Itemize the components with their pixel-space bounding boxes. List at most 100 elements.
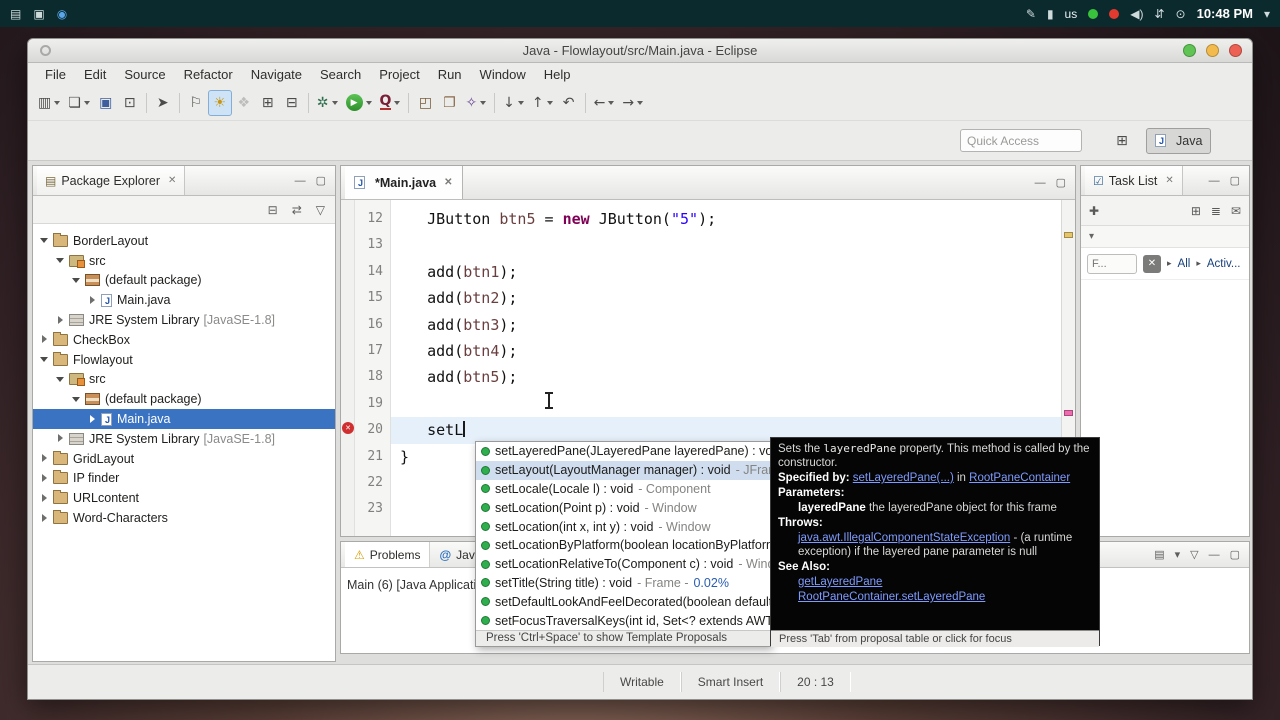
completion-item[interactable]: setLocale(Locale l) : void - Component xyxy=(476,480,770,499)
javadoc-link[interactable]: java.awt.IllegalComponentStateException xyxy=(798,532,1010,544)
window-titlebar[interactable]: Java - Flowlayout/src/Main.java - Eclips… xyxy=(28,39,1252,63)
battery-icon[interactable]: ▮ xyxy=(1047,7,1054,21)
code-line-15[interactable]: add(btn2); xyxy=(391,285,1061,311)
menu-help[interactable]: Help xyxy=(535,67,580,82)
minimize-button[interactable] xyxy=(1206,44,1219,57)
chevron-down-icon[interactable]: ▾ xyxy=(1264,7,1270,21)
menu-source[interactable]: Source xyxy=(115,67,174,82)
window-menu-icon[interactable] xyxy=(40,45,51,56)
browser-app-icon[interactable]: ◉ xyxy=(57,7,67,21)
tree-item-flowlayout[interactable]: Flowlayout xyxy=(33,350,335,370)
tree-item-word-characters[interactable]: Word-Characters xyxy=(33,508,335,528)
expander-icon[interactable] xyxy=(71,275,82,286)
open-perspective-button[interactable]: ⊞ xyxy=(1110,128,1134,154)
minimize-view-icon[interactable]: — xyxy=(1204,175,1225,187)
menu-window[interactable]: Window xyxy=(471,67,535,82)
tab-task-list[interactable]: ☑ Task List ✕ xyxy=(1085,166,1183,195)
new-task-icon[interactable]: ✚ xyxy=(1089,204,1099,218)
filter-activate-link[interactable]: Activ... xyxy=(1207,258,1241,270)
mark-occurrences-button[interactable]: ☀ xyxy=(207,89,232,116)
close-icon[interactable]: ✕ xyxy=(168,175,176,186)
javadoc-link[interactable]: setLayeredPane(...) xyxy=(853,472,954,484)
collapse-all-icon[interactable]: ⊟ xyxy=(268,203,278,217)
code-line-19[interactable] xyxy=(391,391,1061,417)
minimize-view-icon[interactable]: — xyxy=(1030,177,1051,189)
tree-item-checkbox[interactable]: CheckBox xyxy=(33,330,335,350)
javadoc-link[interactable]: getLayeredPane xyxy=(798,576,882,588)
menu-search[interactable]: Search xyxy=(311,67,370,82)
completion-item[interactable]: setLocation(int x, int y) : void - Windo… xyxy=(476,517,770,536)
layout-tool-button[interactable]: ❖ xyxy=(232,90,256,116)
categorize-icon[interactable]: ⊞ xyxy=(1191,204,1201,218)
editor-tab-main-java[interactable]: *Main.java ✕ xyxy=(345,166,463,199)
coverage-button[interactable]: Q xyxy=(376,90,405,116)
code-line-14[interactable]: add(btn1); xyxy=(391,259,1061,285)
tree-item-jre-library[interactable]: JRE System Library [JavaSE-1.8] xyxy=(33,310,335,330)
tree-item-src[interactable]: src xyxy=(33,251,335,271)
indicator-green-icon[interactable] xyxy=(1088,8,1099,19)
indicator-red-icon[interactable] xyxy=(1109,8,1120,19)
prev-annotation-button[interactable]: ↑ xyxy=(528,90,557,116)
menu-run[interactable]: Run xyxy=(429,67,471,82)
console-icon[interactable]: ▤ xyxy=(1149,548,1169,561)
view-menu-icon[interactable]: ▽ xyxy=(316,203,325,217)
quick-access-input[interactable] xyxy=(960,129,1082,152)
run-button[interactable]: ▶ xyxy=(342,90,376,116)
link-with-editor-icon[interactable]: ⇄ xyxy=(292,203,302,217)
close-icon[interactable]: ✕ xyxy=(444,177,452,188)
show-view-b-button[interactable]: ⊟ xyxy=(280,90,304,116)
annotation-ruler[interactable]: ✕ xyxy=(341,200,355,536)
minimize-view-icon[interactable]: — xyxy=(290,175,311,187)
java-perspective-button[interactable]: Java xyxy=(1146,127,1212,154)
tree-item-src[interactable]: src xyxy=(33,370,335,390)
tree-item-default-package[interactable]: (default package) xyxy=(33,271,335,291)
maximize-view-icon[interactable]: ▢ xyxy=(311,174,331,187)
expander-icon[interactable] xyxy=(55,374,66,385)
power-icon[interactable]: ⊙ xyxy=(1176,7,1186,21)
tree-item-gridlayout[interactable]: GridLayout xyxy=(33,449,335,469)
next-annotation-button[interactable]: ↓ xyxy=(499,90,528,116)
print-button[interactable]: ⊡ xyxy=(118,90,142,116)
menu-file[interactable]: File xyxy=(36,67,75,82)
new-wizard-button[interactable]: ✧ xyxy=(461,90,490,116)
expander-icon[interactable] xyxy=(39,473,50,484)
completion-item[interactable]: setLocationByPlatform(boolean locationBy… xyxy=(476,536,770,555)
new-button[interactable]: ▥ xyxy=(34,90,64,116)
menu-refactor[interactable]: Refactor xyxy=(175,67,242,82)
tree-item-borderlayout[interactable]: BorderLayout xyxy=(33,231,335,251)
code-line-12[interactable]: JButton btn5 = new JButton("5"); xyxy=(391,206,1061,232)
expander-icon[interactable] xyxy=(87,295,98,306)
chevron-down-icon[interactable]: ▾ xyxy=(1089,231,1094,242)
clear-filter-icon[interactable]: ✕ xyxy=(1143,254,1161,273)
code-line-18[interactable]: add(btn5); xyxy=(391,364,1061,390)
close-button[interactable] xyxy=(1229,44,1242,57)
completion-item[interactable]: setDefaultLookAndFeelDecorated(boolean d… xyxy=(476,592,770,611)
error-marker-icon[interactable]: ✕ xyxy=(342,422,354,434)
minimize-view-icon[interactable]: — xyxy=(1204,549,1225,561)
back-button[interactable]: ← xyxy=(590,90,619,116)
tree-item-ip-finder[interactable]: IP finder xyxy=(33,469,335,489)
new-java-project-button[interactable]: ◰ xyxy=(413,90,437,116)
completion-item[interactable]: setTitle(String title) : void - Frame - … xyxy=(476,574,770,593)
expander-icon[interactable] xyxy=(39,513,50,524)
maximize-view-icon[interactable]: ▢ xyxy=(1225,548,1245,561)
maximize-view-icon[interactable]: ▢ xyxy=(1225,174,1245,187)
tree-item-urlcontent[interactable]: URLcontent xyxy=(33,488,335,508)
code-line-17[interactable]: add(btn4); xyxy=(391,338,1061,364)
software-app-icon[interactable]: ▣ xyxy=(33,7,44,21)
javadoc-link[interactable]: RootPaneContainer.setLayeredPane xyxy=(798,591,985,603)
menu-edit[interactable]: Edit xyxy=(75,67,115,82)
completion-item[interactable]: setFocusTraversalKeys(int id, Set<? exte… xyxy=(476,611,770,630)
menu-navigate[interactable]: Navigate xyxy=(242,67,311,82)
email-icon[interactable]: ✉ xyxy=(1231,204,1241,218)
debug-button[interactable]: ✲ xyxy=(313,90,342,116)
expander-icon[interactable] xyxy=(39,334,50,345)
expander-icon[interactable] xyxy=(39,354,50,365)
expander-icon[interactable] xyxy=(87,414,98,425)
expander-icon[interactable] xyxy=(71,394,82,405)
save-button[interactable]: ▣ xyxy=(94,90,118,116)
expander-icon[interactable] xyxy=(55,315,66,326)
expander-icon[interactable] xyxy=(39,235,50,246)
new-java-element-button[interactable]: ❏ xyxy=(64,90,94,116)
code-line-16[interactable]: add(btn3); xyxy=(391,312,1061,338)
